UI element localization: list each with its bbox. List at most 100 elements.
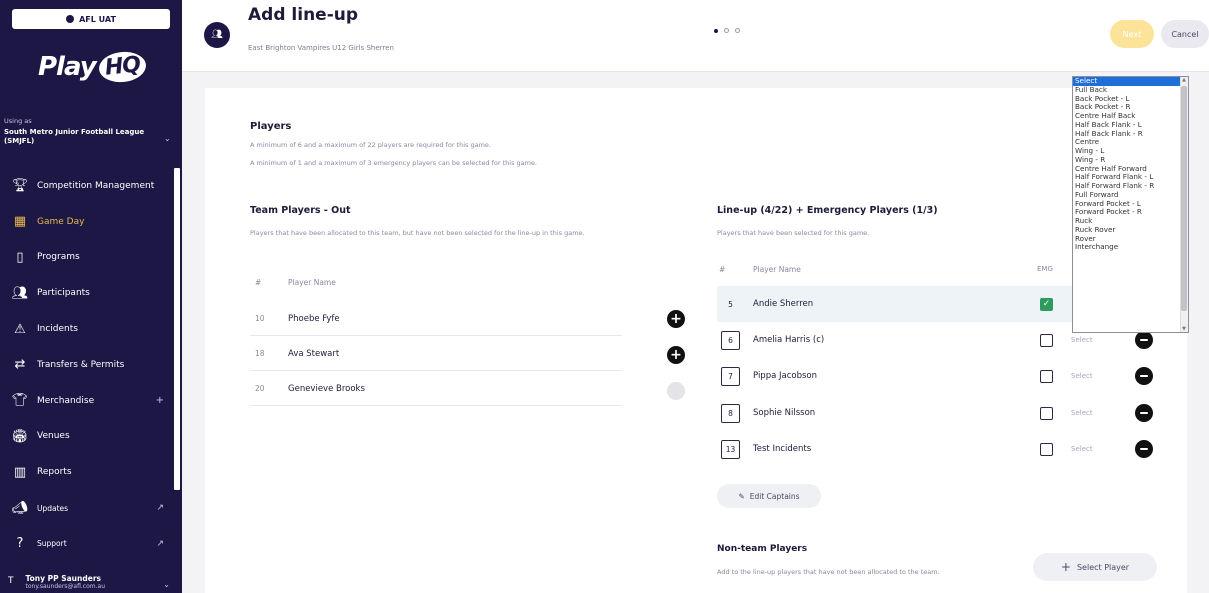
add-player-button[interactable]: + <box>667 310 685 328</box>
playhq-logo[interactable]: Play HQ <box>38 49 148 85</box>
remove-player-button[interactable] <box>1135 440 1153 458</box>
remove-player-button[interactable] <box>1135 331 1153 349</box>
player-number-input[interactable]: 6 <box>721 330 740 350</box>
sidebar-item-merchandise[interactable]: 👕︎ Merchandise + <box>0 383 174 419</box>
sidebar-item-label: Updates <box>37 503 69 513</box>
team-players-out-title: Team Players - Out <box>250 205 351 216</box>
sidebar-item-game-day[interactable]: ▦ Game Day <box>0 204 174 240</box>
transfer-icon: ⇄ <box>14 357 26 373</box>
add-player-button[interactable]: + <box>667 346 685 364</box>
player-name: Pippa Jacobson <box>753 371 818 381</box>
emergency-checkbox[interactable] <box>1040 369 1053 383</box>
non-team-players-note: Add to the line-up players that have not… <box>717 568 940 576</box>
remove-player-button[interactable] <box>1135 404 1153 422</box>
cancel-button[interactable]: Cancel <box>1161 20 1209 48</box>
user-email: tony.saunders@afl.com.au <box>25 583 106 590</box>
scroll-down-icon[interactable]: ▼ <box>1181 326 1187 332</box>
emergency-checkbox[interactable]: ✓ <box>1040 297 1053 311</box>
position-select[interactable]: Select <box>1071 336 1093 344</box>
players-requirement-note: A minimum of 6 and a maximum of 22 playe… <box>250 141 491 149</box>
scrollbar-thumb[interactable] <box>1181 86 1187 311</box>
table-row: 20 Genevieve Brooks <box>250 372 622 406</box>
position-select[interactable]: Select <box>1071 445 1093 453</box>
sidebar-item-label: Reports <box>37 467 72 478</box>
table-row: 10 Phoebe Fyfe <box>250 302 622 336</box>
remove-player-button[interactable] <box>1135 367 1153 385</box>
sidebar-item-label: Participants <box>37 288 90 299</box>
player-name: Genevieve Brooks <box>288 383 365 394</box>
player-number-input[interactable]: 13 <box>721 439 740 459</box>
expand-icon[interactable]: + <box>156 395 164 406</box>
environment-dot-icon <box>66 15 75 23</box>
logo-text: Play <box>38 52 97 82</box>
edit-captains-button[interactable]: ✎ Edit Captains <box>717 484 821 508</box>
sidebar-item-venues[interactable]: 🏟︎ Venues <box>0 419 174 455</box>
user-menu[interactable]: T Tony PP Saunders tony.saunders@afl.com… <box>0 566 182 593</box>
position-dropdown-list[interactable]: Select Full Back Back Pocket - L Back Po… <box>1072 76 1189 333</box>
step-dot <box>724 28 729 33</box>
sidebar-item-competition-management[interactable]: 🏆︎ Competition Management <box>0 168 174 204</box>
position-select[interactable]: Select <box>1071 372 1093 380</box>
select-player-label: Select Player <box>1076 562 1130 572</box>
player-name: Test Incidents <box>753 444 812 454</box>
stadium-icon: 🏟︎ <box>11 428 29 444</box>
emergency-checkbox[interactable] <box>1040 442 1053 456</box>
table-row: 8 Sophie Nilsson Select <box>717 395 1161 431</box>
external-link-icon: ↗ <box>156 538 164 549</box>
minus-icon <box>1140 411 1148 415</box>
step-dot <box>735 28 740 33</box>
dropdown-option[interactable]: Interchange <box>1073 242 1188 252</box>
player-number: 5 <box>728 299 733 309</box>
dropdown-scrollbar[interactable]: ▲ ▼ <box>1180 77 1188 332</box>
pencil-icon: ✎ <box>738 491 745 501</box>
sidebar-item-label: Transfers & Permits <box>37 359 125 370</box>
sidebar-item-programs[interactable]: ▯ Programs <box>0 240 174 276</box>
player-name: Andie Sherren <box>753 299 814 309</box>
organisation-switcher[interactable]: South Metro Junior Football League (SMJF… <box>4 128 154 146</box>
player-name: Amelia Harris (c) <box>753 335 825 345</box>
emergency-checkbox[interactable] <box>1040 333 1053 347</box>
updates-icon: 📣︎ <box>11 500 29 516</box>
lineup-card: Players A minimum of 6 and a maximum of … <box>205 88 1187 593</box>
next-button[interactable]: Next <box>1110 20 1154 48</box>
sidebar-item-label: Programs <box>37 252 80 263</box>
sidebar-item-label: Incidents <box>37 324 78 335</box>
trophy-icon: 🏆︎ <box>11 178 29 194</box>
player-number: 20 <box>255 384 265 393</box>
step-dot-active <box>714 28 718 33</box>
scroll-up-icon[interactable]: ▲ <box>1181 77 1187 83</box>
minus-icon <box>1140 447 1148 451</box>
player-name: Sophie Nilsson <box>753 408 816 418</box>
plus-icon: + <box>1060 560 1071 574</box>
page-subtitle: East Brighton Vampires U12 Girls Sherren <box>248 44 394 52</box>
sidebar-scrollbar[interactable] <box>174 168 180 490</box>
team-players-out-note: Players that have been allocated to this… <box>250 229 585 237</box>
sidebar-item-label: Venues <box>37 431 70 442</box>
sidebar-nav: 🏆︎ Competition Management ▦ Game Day ▯ P… <box>0 168 174 562</box>
page-title: Add line-up <box>248 5 359 25</box>
sidebar-item-updates[interactable]: 📣︎ Updates ↗ <box>0 490 174 526</box>
position-select[interactable]: Select <box>1071 409 1093 417</box>
page-header: 👥︎ Add line-up East Brighton Vampires U1… <box>182 0 1209 72</box>
sidebar-item-transfers-permits[interactable]: ⇄ Transfers & Permits <box>0 347 174 383</box>
player-number-input[interactable]: 8 <box>721 403 740 423</box>
add-player-button-disabled: + <box>667 382 685 400</box>
column-header-number: # <box>719 265 726 274</box>
app-root: AFL UAT Play HQ Using as South Metro Jun… <box>0 0 1209 593</box>
select-player-button[interactable]: + Select Player <box>1033 553 1157 581</box>
lineup-icon: 👥︎ <box>204 22 230 48</box>
player-number: 18 <box>255 349 265 358</box>
emergency-checkbox[interactable] <box>1040 406 1053 420</box>
user-details: Tony PP Saunders tony.saunders@afl.com.a… <box>26 566 106 590</box>
chevron-down-icon[interactable]: ⌄ <box>163 580 170 589</box>
sidebar-item-participants[interactable]: 👥︎ Participants <box>0 275 174 311</box>
sidebar-item-support[interactable]: ? Support ↗ <box>0 526 174 562</box>
chevron-down-icon[interactable]: ⌄ <box>164 134 171 143</box>
sidebar-item-incidents[interactable]: ⚠︎ Incidents <box>0 311 174 347</box>
help-icon: ? <box>16 536 24 552</box>
external-link-icon: ↗ <box>156 503 164 514</box>
step-indicator <box>714 28 740 33</box>
sidebar-item-reports[interactable]: ▥ Reports <box>0 454 174 490</box>
environment-badge[interactable]: AFL UAT <box>12 9 170 29</box>
player-number-input[interactable]: 7 <box>721 366 740 386</box>
